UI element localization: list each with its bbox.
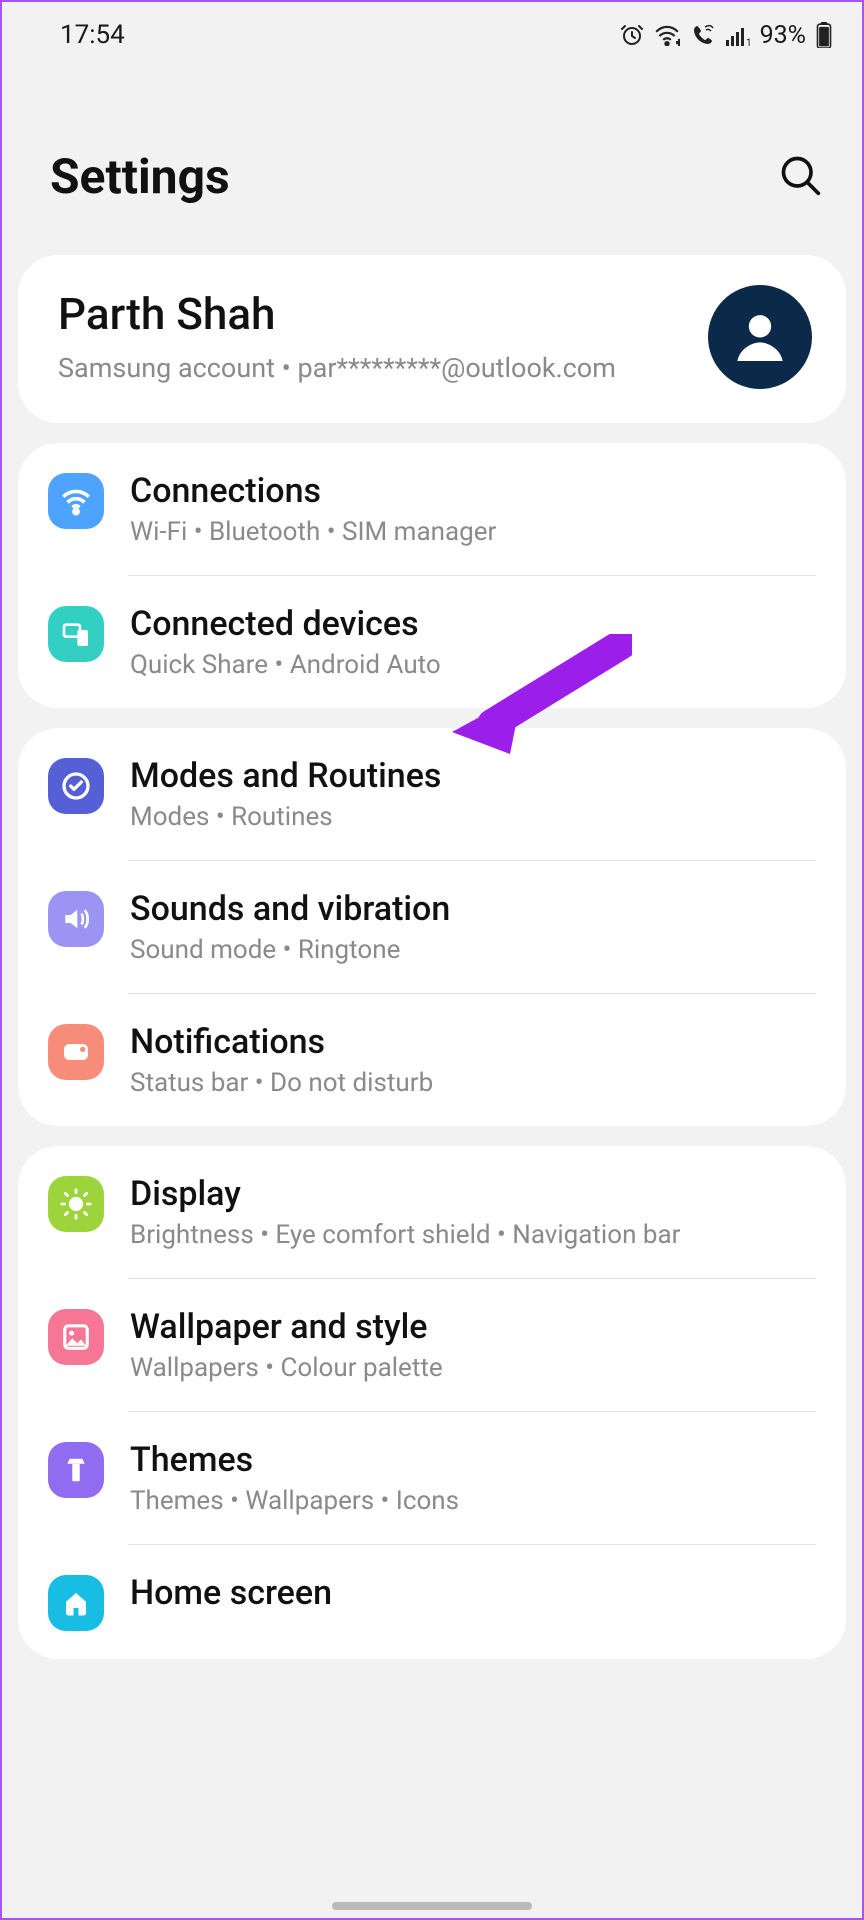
- row-subtitle: ThemesWallpapersIcons: [130, 1486, 816, 1516]
- status-time: 17:54: [60, 20, 125, 50]
- search-button[interactable]: [778, 153, 822, 201]
- row-wallpaper-style[interactable]: Wallpaper and style WallpapersColour pal…: [18, 1279, 846, 1411]
- search-icon: [778, 153, 822, 197]
- themes-icon: [48, 1442, 104, 1498]
- account-card[interactable]: Parth Shah Samsung account • par********…: [18, 255, 846, 423]
- title-row: Settings: [2, 50, 862, 235]
- row-subtitle: Status barDo not disturb: [130, 1068, 816, 1098]
- row-title: Themes: [130, 1440, 816, 1480]
- wallpaper-icon: [48, 1309, 104, 1365]
- sound-icon: [48, 891, 104, 947]
- notifications-icon: [48, 1024, 104, 1080]
- display-icon: [48, 1176, 104, 1232]
- devices-icon: [48, 606, 104, 662]
- row-subtitle: Sound modeRingtone: [130, 935, 816, 965]
- row-sounds-vibration[interactable]: Sounds and vibration Sound modeRingtone: [18, 861, 846, 993]
- row-subtitle: Wi-FiBluetoothSIM manager: [130, 517, 816, 547]
- row-connected-devices[interactable]: Connected devices Quick ShareAndroid Aut…: [18, 576, 846, 708]
- status-right: + 1 93%: [620, 21, 832, 50]
- battery-percent: 93%: [760, 21, 806, 50]
- wifi-icon: +: [654, 24, 680, 46]
- row-title: Notifications: [130, 1022, 816, 1062]
- row-title: Modes and Routines: [130, 756, 816, 796]
- alarm-icon: [620, 23, 644, 47]
- row-subtitle: WallpapersColour palette: [130, 1353, 816, 1383]
- settings-group-2: Modes and Routines ModesRoutines Sounds …: [18, 728, 846, 1126]
- row-modes-routines[interactable]: Modes and Routines ModesRoutines: [18, 728, 846, 860]
- page-title: Settings: [50, 148, 230, 205]
- row-title: Connections: [130, 471, 816, 511]
- avatar: [708, 285, 812, 389]
- row-display[interactable]: Display BrightnessEye comfort shieldNavi…: [18, 1146, 846, 1278]
- row-title: Sounds and vibration: [130, 889, 816, 929]
- row-home-screen[interactable]: Home screen: [18, 1545, 846, 1659]
- row-title: Display: [130, 1174, 816, 1214]
- row-connections[interactable]: Connections Wi-FiBluetoothSIM manager: [18, 443, 846, 575]
- settings-group-3: Display BrightnessEye comfort shieldNavi…: [18, 1146, 846, 1659]
- signal-icon: 1: [726, 24, 750, 46]
- gesture-bar: [332, 1902, 532, 1910]
- row-subtitle: Quick ShareAndroid Auto: [130, 650, 816, 680]
- row-title: Home screen: [130, 1573, 816, 1613]
- person-icon: [728, 305, 792, 369]
- settings-group-1: Connections Wi-FiBluetoothSIM manager Co…: [18, 443, 846, 708]
- svg-text:1: 1: [746, 38, 750, 46]
- row-subtitle: BrightnessEye comfort shieldNavigation b…: [130, 1220, 816, 1250]
- wifi-icon: [48, 473, 104, 529]
- status-bar: 17:54 + 1 93%: [2, 2, 862, 50]
- account-name: Parth Shah: [58, 288, 688, 340]
- row-notifications[interactable]: Notifications Status barDo not disturb: [18, 994, 846, 1126]
- routines-icon: [48, 758, 104, 814]
- wifi-calling-icon: [690, 23, 716, 47]
- battery-icon: [816, 22, 832, 48]
- row-title: Wallpaper and style: [130, 1307, 816, 1347]
- account-subtitle: Samsung account • par*********@outlook.c…: [58, 350, 688, 386]
- svg-text:+: +: [676, 38, 679, 46]
- row-subtitle: ModesRoutines: [130, 802, 816, 832]
- row-themes[interactable]: Themes ThemesWallpapersIcons: [18, 1412, 846, 1544]
- home-icon: [48, 1575, 104, 1631]
- row-title: Connected devices: [130, 604, 816, 644]
